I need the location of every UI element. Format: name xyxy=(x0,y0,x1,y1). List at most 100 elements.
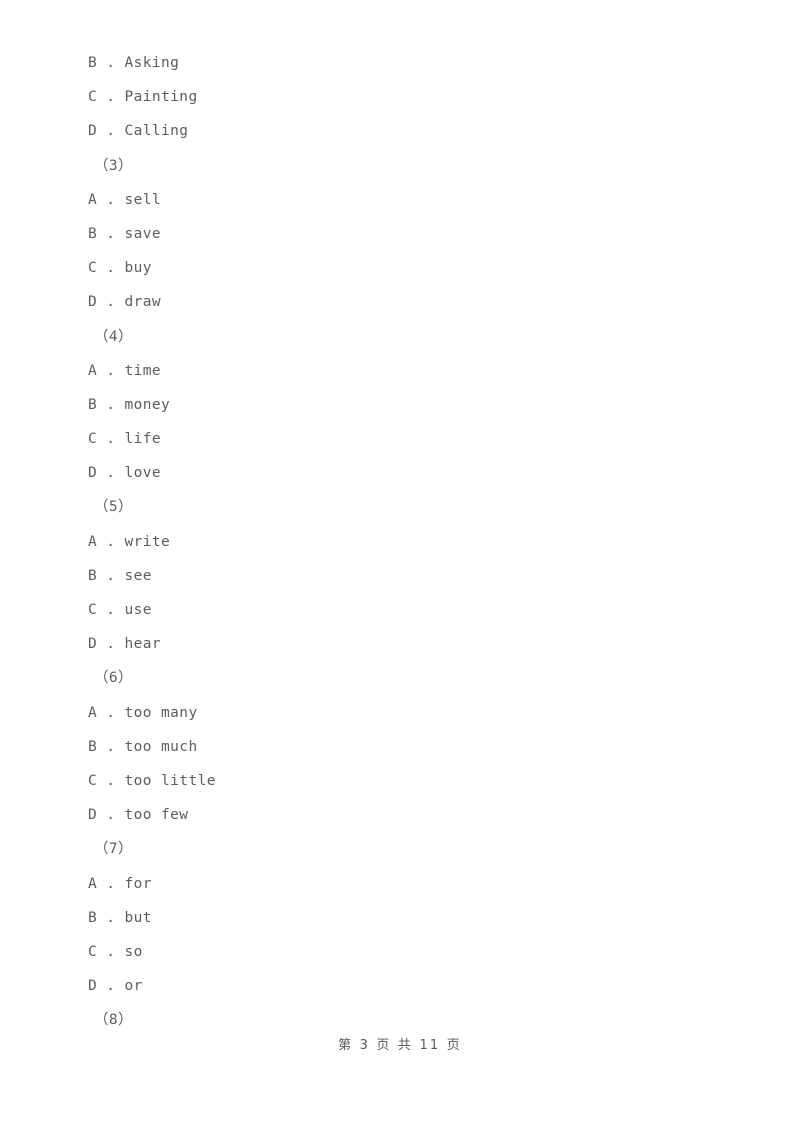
option-letter: B xyxy=(88,567,98,584)
option-separator: . xyxy=(97,294,125,311)
option-text: or xyxy=(124,978,143,995)
option-text: too much xyxy=(124,738,198,755)
option-letter: A xyxy=(88,533,98,550)
answer-option-a[interactable]: A . too many xyxy=(88,696,708,730)
answer-option-c[interactable]: C . life xyxy=(88,422,708,456)
option-text: so xyxy=(124,943,143,960)
question-number: （3） xyxy=(94,157,133,174)
option-letter: D xyxy=(88,978,98,995)
answer-option-b[interactable]: B . but xyxy=(88,901,708,935)
option-separator: . xyxy=(97,567,125,584)
option-letter: A xyxy=(88,191,98,208)
option-letter: A xyxy=(88,875,98,892)
question-list: B . Asking C . Painting D . Calling （3） A . … xyxy=(88,46,708,1037)
option-separator: . xyxy=(97,738,125,755)
answer-option-d[interactable]: D . love xyxy=(88,456,708,490)
option-separator: . xyxy=(97,55,125,71)
question-number: （8） xyxy=(94,1012,133,1029)
option-separator: . xyxy=(97,533,125,550)
answer-option-b[interactable]: B . too much xyxy=(88,730,708,764)
answer-option-d[interactable]: D . too few xyxy=(88,798,708,832)
option-letter: C xyxy=(88,772,98,789)
option-text: money xyxy=(124,396,171,413)
option-text: Painting xyxy=(124,89,198,106)
option-separator: . xyxy=(97,191,125,208)
option-letter: D xyxy=(88,807,98,824)
question-number: （4） xyxy=(94,328,133,345)
option-letter: B xyxy=(88,909,98,926)
option-text: too little xyxy=(124,772,216,789)
answer-option-c[interactable]: C . so xyxy=(88,935,708,969)
option-separator: . xyxy=(97,704,125,721)
option-text: save xyxy=(124,225,162,242)
option-text: sell xyxy=(124,191,162,208)
option-separator: . xyxy=(97,123,125,140)
option-text: life xyxy=(124,431,162,448)
option-text: too few xyxy=(124,807,189,824)
option-separator: . xyxy=(97,772,125,789)
option-separator: . xyxy=(97,943,125,960)
option-letter: C xyxy=(88,943,98,960)
option-letter: B xyxy=(88,225,98,242)
answer-option-d[interactable]: D . hear xyxy=(88,627,708,661)
answer-option-c[interactable]: C . buy xyxy=(88,251,708,285)
option-separator: . xyxy=(97,89,125,106)
option-text: see xyxy=(124,567,152,584)
answer-option-c[interactable]: C . too little xyxy=(88,764,708,798)
answer-option-c[interactable]: C . Painting xyxy=(88,80,708,114)
option-letter: A xyxy=(88,704,98,721)
answer-option-c[interactable]: C . use xyxy=(88,593,708,627)
option-letter: B xyxy=(88,738,98,755)
answer-option-a[interactable]: A . write xyxy=(88,525,708,559)
question-number: （5） xyxy=(94,499,133,516)
option-text: hear xyxy=(124,636,162,653)
option-letter: C xyxy=(88,89,98,106)
question-number: （6） xyxy=(94,670,133,687)
option-letter: D xyxy=(88,465,98,482)
answer-option-b[interactable]: B . Asking xyxy=(88,46,708,80)
option-separator: . xyxy=(97,807,125,824)
answer-option-b[interactable]: B . save xyxy=(88,217,708,251)
option-text: write xyxy=(124,533,171,550)
option-letter: D xyxy=(88,123,98,140)
option-separator: . xyxy=(97,225,125,242)
option-separator: . xyxy=(97,909,125,926)
document-page: B . Asking C . Painting D . Calling （3） A . … xyxy=(0,0,800,1132)
option-text: love xyxy=(124,465,162,482)
option-letter: B xyxy=(88,396,98,413)
option-separator: . xyxy=(97,636,125,653)
option-text: but xyxy=(124,909,152,926)
option-text: draw xyxy=(124,294,162,311)
option-text: time xyxy=(124,362,162,379)
answer-option-b[interactable]: B . money xyxy=(88,388,708,422)
option-separator: . xyxy=(97,602,125,618)
option-text: Asking xyxy=(124,55,180,71)
option-separator: . xyxy=(97,260,125,277)
option-letter: C xyxy=(88,431,98,448)
answer-option-a[interactable]: A . sell xyxy=(88,183,708,217)
answer-option-a[interactable]: A . for xyxy=(88,867,708,901)
option-text: buy xyxy=(124,260,152,277)
option-separator: . xyxy=(97,396,125,413)
option-letter: B xyxy=(88,55,98,71)
option-separator: . xyxy=(97,875,125,892)
page-footer: 第 3 页 共 11 页 xyxy=(338,1038,462,1053)
option-text: too many xyxy=(124,704,198,721)
answer-option-d[interactable]: D . draw xyxy=(88,285,708,319)
option-letter: C xyxy=(88,260,98,277)
answer-option-d[interactable]: D . Calling xyxy=(88,114,708,148)
answer-option-b[interactable]: B . see xyxy=(88,559,708,593)
option-letter: D xyxy=(88,636,98,653)
answer-option-a[interactable]: A . time xyxy=(88,354,708,388)
option-separator: . xyxy=(97,431,125,448)
option-letter: D xyxy=(88,294,98,311)
option-separator: . xyxy=(97,362,125,379)
answer-option-d[interactable]: D . or xyxy=(88,969,708,1003)
option-letter: C xyxy=(88,602,98,618)
option-text: Calling xyxy=(124,123,189,140)
option-text: for xyxy=(124,875,152,892)
option-separator: . xyxy=(97,465,125,482)
question-number: （7） xyxy=(94,841,133,858)
option-letter: A xyxy=(88,362,98,379)
option-separator: . xyxy=(97,978,125,995)
